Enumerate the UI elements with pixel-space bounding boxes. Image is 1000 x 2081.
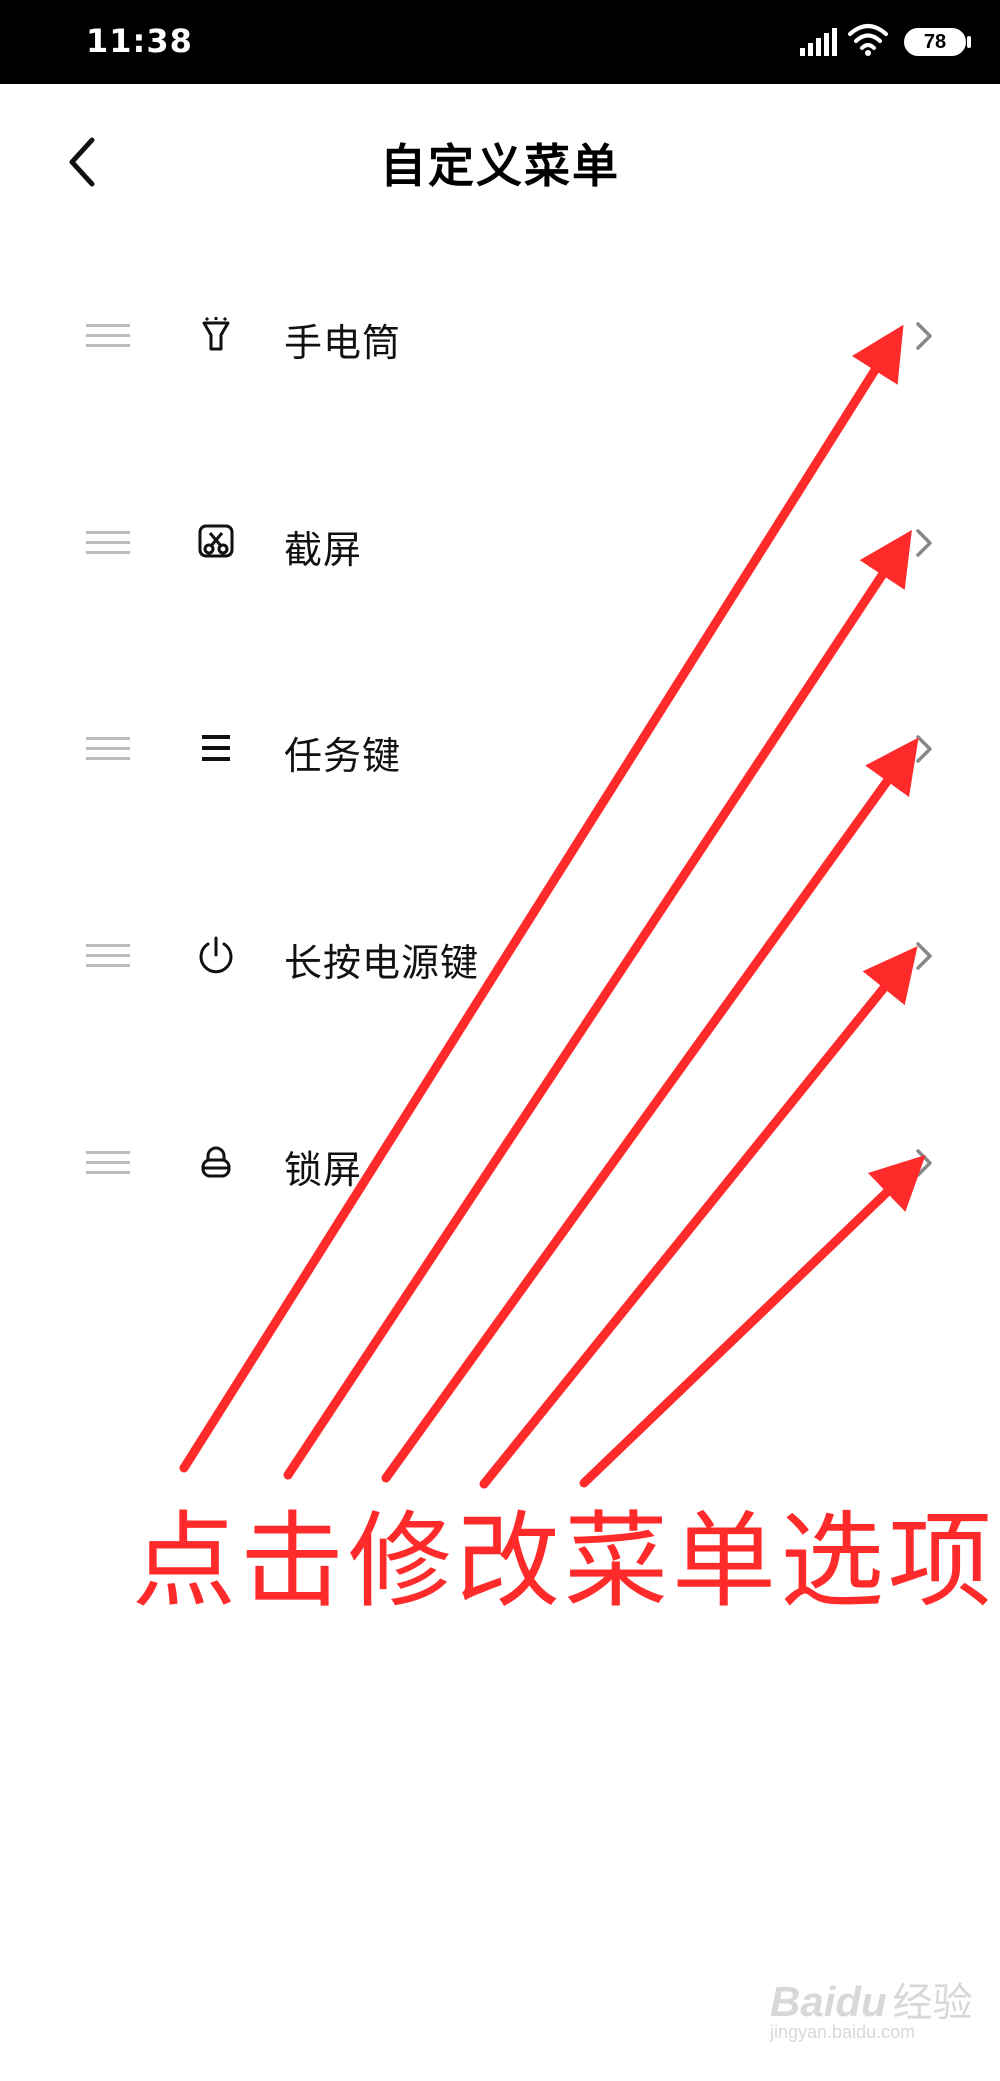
menu-item-label: 锁屏	[284, 1148, 363, 1192]
watermark-brand: Baidu	[770, 1978, 887, 2025]
chevron-right-icon[interactable]	[912, 731, 936, 767]
menu-item-label: 任务键	[284, 734, 402, 778]
signal-icon	[800, 28, 837, 56]
watermark-sub: 经验	[892, 1980, 973, 2026]
menu-item-lock-screen[interactable]: 锁屏	[0, 1107, 1000, 1217]
wifi-icon	[848, 24, 888, 56]
annotation-arrow	[283, 529, 912, 1480]
menu-lines-icon	[202, 735, 230, 761]
chevron-right-icon[interactable]	[912, 1145, 936, 1181]
flashlight-icon	[202, 316, 230, 351]
menu-item-task-key[interactable]: 任务键	[0, 693, 1000, 803]
drag-handle-icon[interactable]	[86, 737, 130, 761]
menu-item-screenshot[interactable]: 截屏	[0, 487, 1000, 597]
annotation-arrow	[479, 946, 918, 1489]
drag-handle-icon[interactable]	[86, 324, 130, 348]
page-title: 自定义菜单	[380, 139, 620, 193]
menu-item-flashlight[interactable]: 手电筒	[0, 280, 1000, 390]
watermark-url: jingyan.baidu.com	[770, 2022, 916, 2042]
menu-item-label: 长按电源键	[284, 941, 480, 985]
status-bar: 11:38 78	[0, 0, 1000, 84]
lock-icon	[201, 1146, 231, 1178]
watermark-logo: Baidu 经验 jingyan.baidu.com	[770, 1970, 973, 2042]
battery-tip	[967, 36, 971, 48]
chevron-right-icon[interactable]	[912, 318, 936, 354]
battery-icon: 78	[904, 28, 966, 56]
menu-item-label: 手电筒	[284, 321, 402, 365]
power-icon	[199, 936, 233, 974]
menu-item-label: 截屏	[284, 528, 363, 572]
menu-item-long-press-power[interactable]: 长按电源键	[0, 900, 1000, 1010]
status-time: 11:38	[86, 22, 193, 60]
annotation-text: 点击修改菜单选项	[132, 1500, 997, 1622]
drag-handle-icon[interactable]	[86, 531, 130, 555]
drag-handle-icon[interactable]	[86, 1151, 130, 1175]
chevron-right-icon[interactable]	[912, 525, 936, 561]
screenshot-icon	[198, 524, 234, 558]
chevron-right-icon[interactable]	[912, 938, 936, 974]
header: 自定义菜单	[0, 84, 1000, 234]
drag-handle-icon[interactable]	[86, 944, 130, 968]
